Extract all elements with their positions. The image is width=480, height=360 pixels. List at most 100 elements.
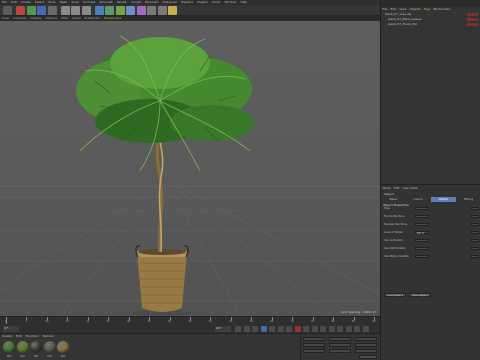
load-object-button[interactable]: Load Object [384,293,406,297]
material-swatch[interactable] [30,341,42,353]
array-icon[interactable] [126,6,135,15]
tab-phong[interactable]: Phong [456,197,480,202]
end-frame-field[interactable]: 90 F [215,326,231,332]
timeline[interactable]: 051015202530354045505560657075808590 0 F… [0,316,380,333]
timeline-tick-label: 40 [168,320,172,323]
playhead[interactable] [6,317,7,324]
tab-object[interactable]: Object [431,197,456,202]
param-key-icon[interactable] [345,326,352,332]
visibility-dots[interactable] [467,17,479,22]
position-field[interactable] [303,349,325,353]
camera-icon[interactable] [157,6,167,15]
attr-field[interactable]: 100 % [415,231,429,235]
save-object-button[interactable]: Save Object [409,293,431,297]
timeline-tick-label: 80 [331,320,335,323]
attr-field[interactable] [415,255,429,259]
timeline-tick-label: 65 [270,320,274,323]
attr-field[interactable] [415,223,429,227]
current-frame-field[interactable]: 0 F [3,326,19,332]
render-view-icon[interactable] [60,6,70,15]
record-icon[interactable] [294,326,301,332]
size-field[interactable] [329,349,351,353]
rotation-field[interactable] [355,349,377,353]
material-menu-texture[interactable]: Texture [41,334,56,339]
material-menu-edit[interactable]: Edit [14,334,24,339]
attr-field-secondary[interactable] [471,215,479,219]
attributes-tabs: Basic Coord. Object Phong [381,197,480,202]
timeline-tick-label: 35 [147,320,151,323]
attr-field-secondary[interactable] [471,247,479,251]
rotation-field[interactable] [355,343,377,347]
pen-icon[interactable] [105,6,114,15]
attr-field[interactable] [415,239,429,243]
material-swatch[interactable] [3,341,15,353]
tab-basic[interactable]: Basic [381,197,406,202]
material-swatch[interactable] [16,341,29,353]
material-menu-function[interactable]: Function [24,334,41,339]
point-key-icon[interactable] [354,326,360,332]
visibility-dots[interactable] [467,22,479,27]
size-field[interactable] [329,337,351,341]
go-to-start-icon[interactable] [235,326,241,332]
keyframe-selection-icon[interactable] [311,326,318,332]
timeline-tick-label: 45 [188,320,192,323]
light-icon[interactable] [168,6,177,15]
attr-field-secondary[interactable] [471,207,479,211]
attr-menu-mode[interactable]: Mode [381,186,392,190]
next-frame-icon[interactable] [269,326,275,332]
attr-field[interactable] [415,247,429,251]
position-field[interactable] [303,343,325,347]
material-swatch[interactable] [43,341,56,353]
attr-field[interactable] [415,215,429,219]
render-settings-icon[interactable] [81,6,91,15]
next-key-icon[interactable] [277,326,284,332]
subdivision-icon[interactable] [115,6,125,15]
material-swatch[interactable] [57,341,69,353]
schematic-icon[interactable] [362,326,369,332]
attr-label: Use Deformation [384,247,406,250]
cube-icon[interactable] [94,6,104,15]
attributes-menu: Mode Edit User Data [381,186,480,190]
material-label: Mat [6,355,12,358]
y-axis-icon[interactable] [26,6,36,15]
visibility-dots[interactable] [467,12,479,17]
scale-key-icon[interactable] [337,326,343,332]
object-row[interactable]: plant_07_Trunk_Pot [381,22,480,27]
palm-canopy [76,35,254,172]
attr-field-secondary[interactable] [471,223,479,227]
timeline-tick-label: 60 [249,320,253,323]
tab-coord[interactable]: Coord. [406,197,431,202]
attr-menu-edit[interactable]: Edit [392,186,401,190]
size-field[interactable] [329,343,351,347]
attr-field-secondary[interactable] [471,239,479,243]
timeline-tick-label: 25 [106,320,110,323]
3d-viewport[interactable]: Grid Spacing : 1000 cm [0,21,380,316]
rotation-key-icon[interactable] [328,326,335,332]
timeline-tick-label: 55 [229,320,233,323]
timeline-ruler[interactable]: 051015202530354045505560657075808590 [0,317,380,324]
attr-menu-user-data[interactable]: User Data [401,186,419,190]
position-key-icon[interactable] [320,326,326,332]
attributes-manager: Mode Edit User Data Object Basic Coord. Obje… [381,184,480,360]
attr-field[interactable] [415,207,429,211]
autokey-icon[interactable] [303,326,309,332]
z-axis-icon[interactable] [37,6,46,15]
apply-button[interactable] [359,355,377,359]
material-menu-create[interactable]: Create [0,334,14,339]
scene-icon[interactable] [147,6,156,15]
render-picture-viewer-icon[interactable] [71,6,80,15]
go-to-end-icon[interactable] [286,326,292,332]
deformer-icon[interactable] [136,6,146,15]
position-field[interactable] [303,337,325,341]
material-label: Mat [20,355,25,358]
rotation-field[interactable] [355,337,377,341]
play-icon[interactable] [260,326,267,332]
x-axis-icon[interactable] [16,6,25,15]
prev-key-icon[interactable] [243,326,250,332]
coord-system-icon[interactable] [47,6,57,15]
attr-field-secondary[interactable] [471,255,479,259]
floor-grid [0,185,380,316]
prev-frame-icon[interactable] [252,326,258,332]
undo-icon[interactable] [3,6,12,15]
attr-field-secondary[interactable] [471,231,479,235]
